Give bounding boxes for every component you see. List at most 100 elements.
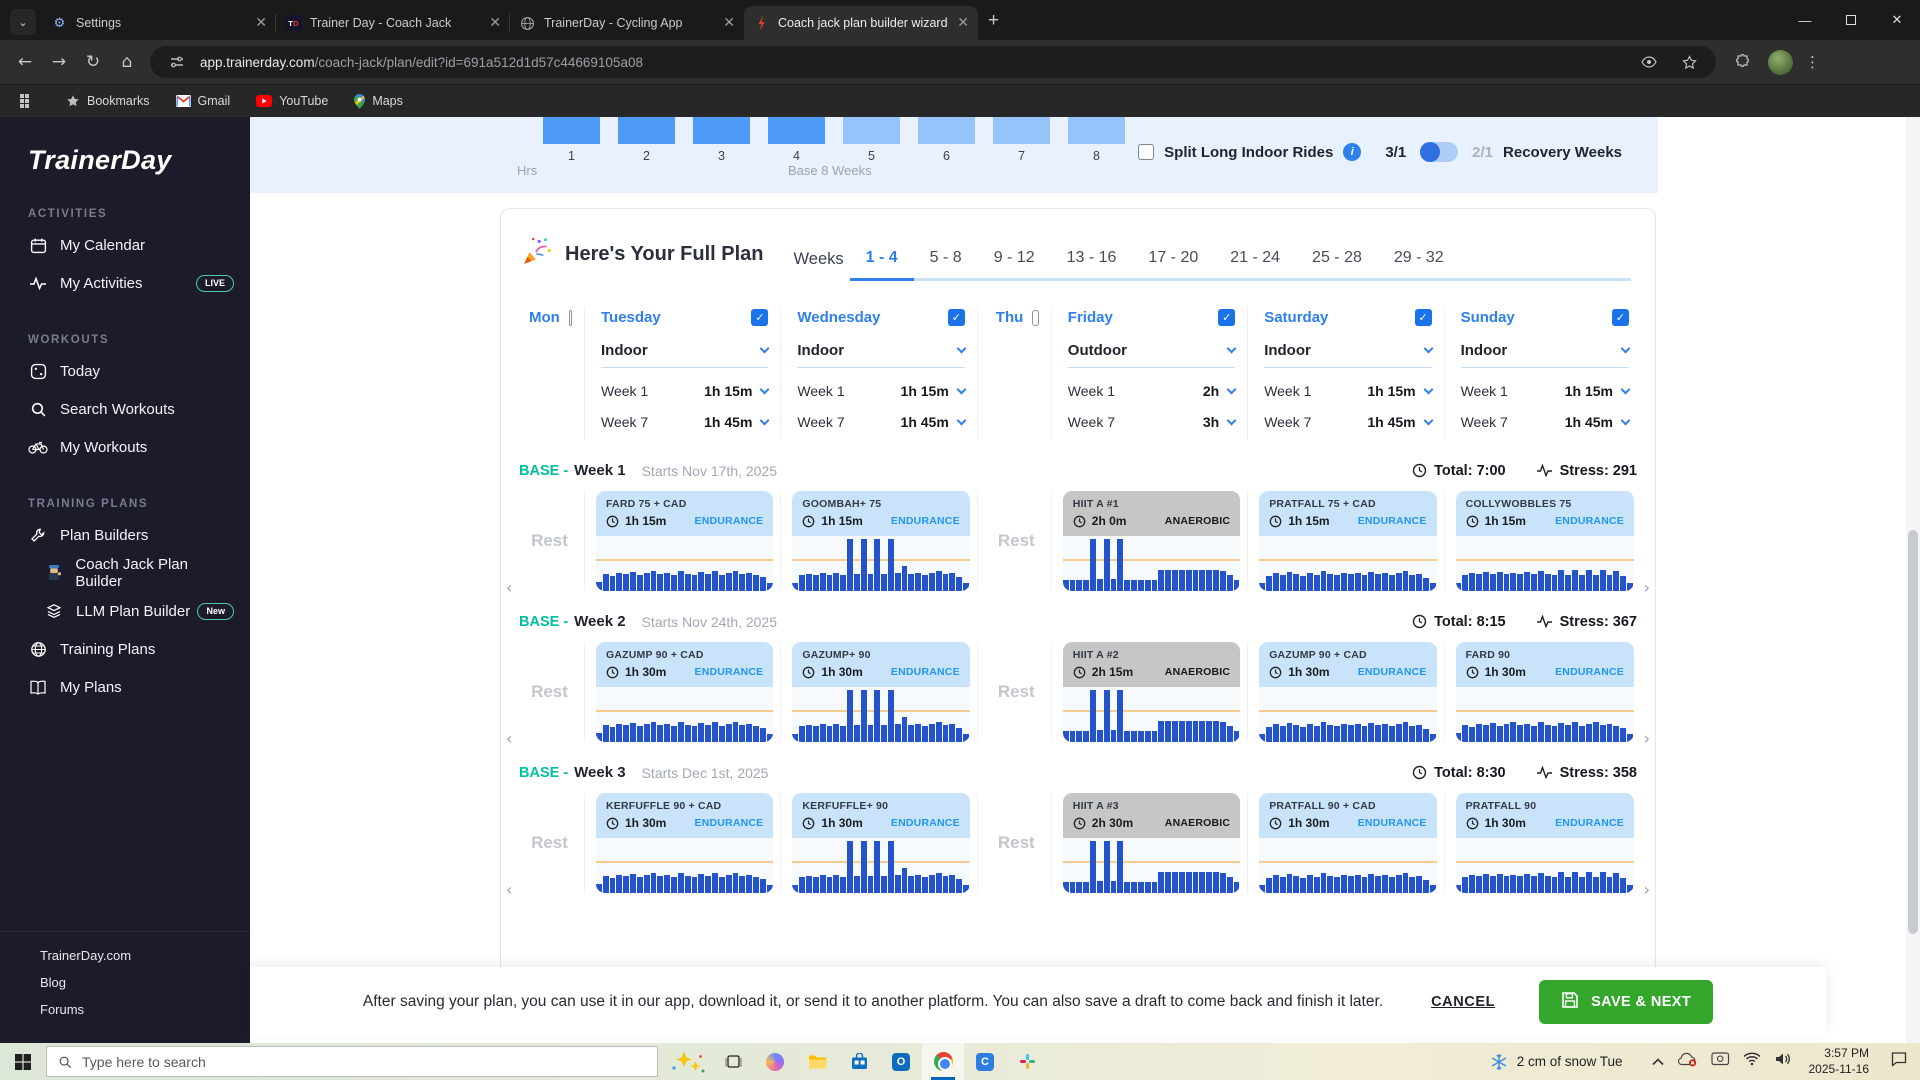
taskbar-app-slack[interactable] bbox=[1006, 1043, 1048, 1080]
sidebar-item-coach-jack-plan-builder[interactable]: Coach Jack Plan Builder bbox=[44, 554, 234, 592]
split-rides-checkbox[interactable] bbox=[1138, 144, 1155, 160]
scroll-left-icon[interactable]: ‹ bbox=[506, 578, 512, 597]
day-checkbox-checked[interactable]: ✓ bbox=[751, 309, 769, 326]
location-select[interactable]: Indoor bbox=[797, 342, 967, 368]
week1-duration-select[interactable]: Week 1 1h 15m bbox=[1461, 383, 1631, 399]
taskbar-search-input[interactable]: Type here to search bbox=[46, 1046, 658, 1077]
volume-icon[interactable] bbox=[1774, 1052, 1792, 1071]
location-select[interactable]: Indoor bbox=[1460, 342, 1631, 368]
week7-duration-select[interactable]: Week 7 1h 45m bbox=[1264, 414, 1434, 430]
scroll-left-icon[interactable]: ‹ bbox=[506, 729, 512, 748]
new-tab-button[interactable]: + bbox=[988, 10, 999, 32]
cancel-button[interactable]: CANCEL bbox=[1431, 994, 1495, 1010]
weeks-tab-1-4[interactable]: 1 - 4 bbox=[849, 249, 914, 281]
week7-duration-select[interactable]: Week 7 1h 45m bbox=[1461, 414, 1631, 430]
tab-close-icon[interactable]: ✕ bbox=[489, 16, 501, 30]
taskbar-app-copilot[interactable] bbox=[754, 1043, 796, 1080]
bookmark-bookmarks[interactable]: Bookmarks bbox=[66, 94, 150, 109]
eye-icon[interactable] bbox=[1636, 49, 1662, 75]
taskbar-app-taskview[interactable] bbox=[712, 1043, 754, 1080]
menu-kebab-icon[interactable]: ⋮ bbox=[1805, 53, 1820, 71]
weeks-tab-9-12[interactable]: 9 - 12 bbox=[978, 249, 1051, 278]
home-button[interactable]: ⌂ bbox=[110, 45, 144, 79]
browser-tab-trainer-day-coach-jack[interactable]: T D Trainer Day - Coach Jack ✕ bbox=[275, 6, 510, 40]
tray-chevron-icon[interactable] bbox=[1651, 1053, 1664, 1071]
extensions-icon[interactable] bbox=[1730, 49, 1756, 75]
taskbar-app-file-explorer[interactable] bbox=[796, 1043, 838, 1080]
page-scrollbar[interactable] bbox=[1906, 117, 1920, 1043]
workout-card-goombah-75[interactable]: GOOMBAH+ 75 1h 15m ENDURANCE bbox=[792, 491, 970, 591]
close-button[interactable]: ✕ bbox=[1874, 0, 1920, 40]
browser-tab-coach-jack-plan-builder-wizard[interactable]: Coach jack plan builder wizard ✕ bbox=[744, 6, 978, 40]
search-highlights-icon[interactable] bbox=[658, 1049, 712, 1075]
workout-card-gazump-90[interactable]: GAZUMP+ 90 1h 30m ENDURANCE bbox=[792, 642, 970, 742]
scroll-right-icon[interactable]: › bbox=[1644, 578, 1650, 597]
site-settings-icon[interactable] bbox=[164, 49, 190, 75]
taskbar-app-outlook[interactable]: O bbox=[880, 1043, 922, 1080]
bookmark-star-icon[interactable] bbox=[1676, 49, 1702, 75]
recovery-toggle[interactable] bbox=[1420, 142, 1459, 162]
sidebar-item-my-workouts[interactable]: My Workouts bbox=[28, 428, 234, 466]
weather-widget[interactable]: 2 cm of snow Tue bbox=[1490, 1053, 1623, 1071]
week7-duration-select[interactable]: Week 7 1h 45m bbox=[797, 414, 967, 430]
location-select[interactable]: Outdoor bbox=[1067, 342, 1237, 368]
wifi-icon[interactable] bbox=[1742, 1052, 1761, 1071]
workout-card-pratfall-90-cad[interactable]: PRATFALL 90 + CAD 1h 30m ENDURANCE bbox=[1259, 793, 1437, 893]
day-checkbox-checked[interactable]: ✓ bbox=[1611, 309, 1629, 326]
info-icon[interactable]: i bbox=[1343, 143, 1362, 161]
scroll-left-icon[interactable]: ‹ bbox=[506, 880, 512, 899]
bookmark-gmail[interactable]: Gmail bbox=[175, 94, 230, 109]
taskbar-app-chrome[interactable] bbox=[922, 1043, 964, 1080]
tab-close-icon[interactable]: ✕ bbox=[255, 16, 267, 30]
weeks-tab-25-28[interactable]: 25 - 28 bbox=[1296, 249, 1378, 278]
workout-card-pratfall-90[interactable]: PRATFALL 90 1h 30m ENDURANCE bbox=[1455, 793, 1634, 893]
day-checkbox-checked[interactable]: ✓ bbox=[1218, 309, 1236, 326]
week1-duration-select[interactable]: Week 1 1h 15m bbox=[1264, 383, 1434, 399]
scroll-right-icon[interactable]: › bbox=[1644, 729, 1650, 748]
sidebar-item-my-calendar[interactable]: My Calendar bbox=[28, 226, 234, 264]
weeks-tab-5-8[interactable]: 5 - 8 bbox=[914, 249, 978, 278]
scroll-right-icon[interactable]: › bbox=[1644, 880, 1650, 899]
week7-duration-select[interactable]: Week 7 3h bbox=[1068, 414, 1237, 430]
workout-card-hiit-a-1[interactable]: HIIT A #1 2h 0m ANAEROBIC bbox=[1062, 491, 1241, 591]
day-checkbox-checked[interactable]: ✓ bbox=[1414, 309, 1432, 326]
weeks-tab-29-32[interactable]: 29 - 32 bbox=[1378, 249, 1460, 278]
sidebar-item-llm-plan-builder[interactable]: LLM Plan Builder New bbox=[44, 592, 234, 630]
onedrive-error-icon[interactable] bbox=[1677, 1052, 1698, 1072]
day-checkbox-unchecked[interactable] bbox=[1032, 309, 1039, 326]
week1-duration-select[interactable]: Week 1 1h 15m bbox=[601, 383, 770, 399]
minimize-button[interactable]: — bbox=[1782, 0, 1828, 40]
browser-tab-trainerday-cycling-app[interactable]: TrainerDay - Cycling App ✕ bbox=[509, 6, 744, 40]
footer-link-blog[interactable]: Blog bbox=[40, 975, 250, 990]
weeks-tab-13-16[interactable]: 13 - 16 bbox=[1051, 249, 1133, 278]
day-checkbox-checked[interactable]: ✓ bbox=[947, 309, 965, 326]
address-bar[interactable]: app.trainerday.com/coach-jack/plan/edit?… bbox=[150, 46, 1716, 78]
workout-card-hiit-a-2[interactable]: HIIT A #2 2h 15m ANAEROBIC bbox=[1062, 642, 1241, 742]
taskbar-app-code-app[interactable]: C bbox=[964, 1043, 1006, 1080]
workout-card-collywobbles-75[interactable]: COLLYWOBBLES 75 1h 15m ENDURANCE bbox=[1455, 491, 1634, 591]
weeks-tab-17-20[interactable]: 17 - 20 bbox=[1132, 249, 1214, 278]
start-button[interactable] bbox=[0, 1043, 46, 1080]
tab-close-icon[interactable]: ✕ bbox=[723, 16, 735, 30]
tab-close-icon[interactable]: ✕ bbox=[957, 16, 969, 30]
scrollbar-thumb[interactable] bbox=[1908, 530, 1918, 934]
location-select[interactable]: Indoor bbox=[1264, 342, 1434, 368]
notification-center-icon[interactable] bbox=[1890, 1051, 1908, 1072]
sidebar-item-my-activities[interactable]: My Activities LIVE bbox=[28, 264, 234, 302]
workout-card-gazump-90-cad[interactable]: GAZUMP 90 + CAD 1h 30m ENDURANCE bbox=[596, 642, 774, 742]
day-checkbox-unchecked[interactable] bbox=[568, 309, 572, 326]
reload-button[interactable]: ↻ bbox=[76, 45, 110, 79]
sidebar-item-training-plans[interactable]: Training Plans bbox=[28, 630, 234, 668]
location-select[interactable]: Indoor bbox=[601, 342, 770, 368]
forward-button[interactable]: → bbox=[42, 45, 76, 79]
workout-card-kerfuffle-90[interactable]: KERFUFFLE+ 90 1h 30m ENDURANCE bbox=[792, 793, 970, 893]
sidebar-item-my-plans[interactable]: My Plans bbox=[28, 668, 234, 706]
week7-duration-select[interactable]: Week 7 1h 45m bbox=[601, 414, 770, 430]
workout-card-hiit-a-3[interactable]: HIIT A #3 2h 30m ANAEROBIC bbox=[1062, 793, 1241, 893]
footer-link-forums[interactable]: Forums bbox=[40, 1002, 250, 1017]
back-button[interactable]: ← bbox=[8, 45, 42, 79]
week1-duration-select[interactable]: Week 1 1h 15m bbox=[797, 383, 967, 399]
weeks-tab-21-24[interactable]: 21 - 24 bbox=[1214, 249, 1296, 278]
save-next-button[interactable]: SAVE & NEXT bbox=[1539, 980, 1714, 1024]
workout-card-pratfall-75-cad[interactable]: PRATFALL 75 + CAD 1h 15m ENDURANCE bbox=[1259, 491, 1437, 591]
